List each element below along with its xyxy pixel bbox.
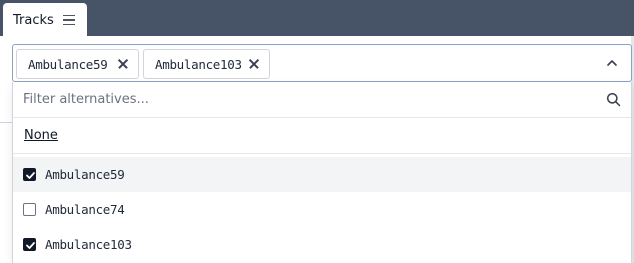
check-icon (26, 242, 35, 249)
options-dropdown: None Ambulance59 Ambulance74 Ambulance10… (12, 82, 632, 263)
list-item[interactable]: Ambulance74 (13, 192, 631, 227)
tracks-multiselect[interactable]: Ambulance59 Ambulance103 (12, 44, 632, 82)
list-item[interactable]: Ambulance59 (13, 157, 631, 192)
chip-label: Ambulance103 (155, 56, 242, 72)
option-label: Ambulance59 (45, 167, 125, 182)
check-icon (26, 172, 35, 179)
tab-tracks-label: Tracks (13, 12, 54, 28)
select-none-link[interactable]: None (24, 128, 58, 143)
tab-tracks[interactable]: Tracks (3, 3, 87, 37)
filter-input[interactable] (13, 82, 593, 117)
search-icon (606, 92, 621, 107)
close-icon[interactable] (116, 57, 130, 71)
filter-row (13, 82, 631, 118)
chip-label: Ambulance59 (28, 56, 108, 72)
checkbox-checked[interactable] (23, 238, 36, 251)
panel-header-bar (0, 0, 634, 36)
selected-chip: Ambulance103 (143, 49, 270, 79)
chevron-up-icon[interactable] (605, 57, 619, 69)
checkbox-checked[interactable] (23, 168, 36, 181)
checkbox-unchecked[interactable] (23, 203, 36, 216)
option-label: Ambulance103 (45, 237, 132, 252)
option-label: Ambulance74 (45, 202, 125, 217)
hamburger-icon[interactable] (62, 14, 75, 26)
list-item[interactable]: Ambulance103 (13, 227, 631, 262)
close-icon[interactable] (247, 57, 261, 71)
selected-chip: Ambulance59 (16, 49, 139, 79)
none-row: None (13, 118, 631, 154)
